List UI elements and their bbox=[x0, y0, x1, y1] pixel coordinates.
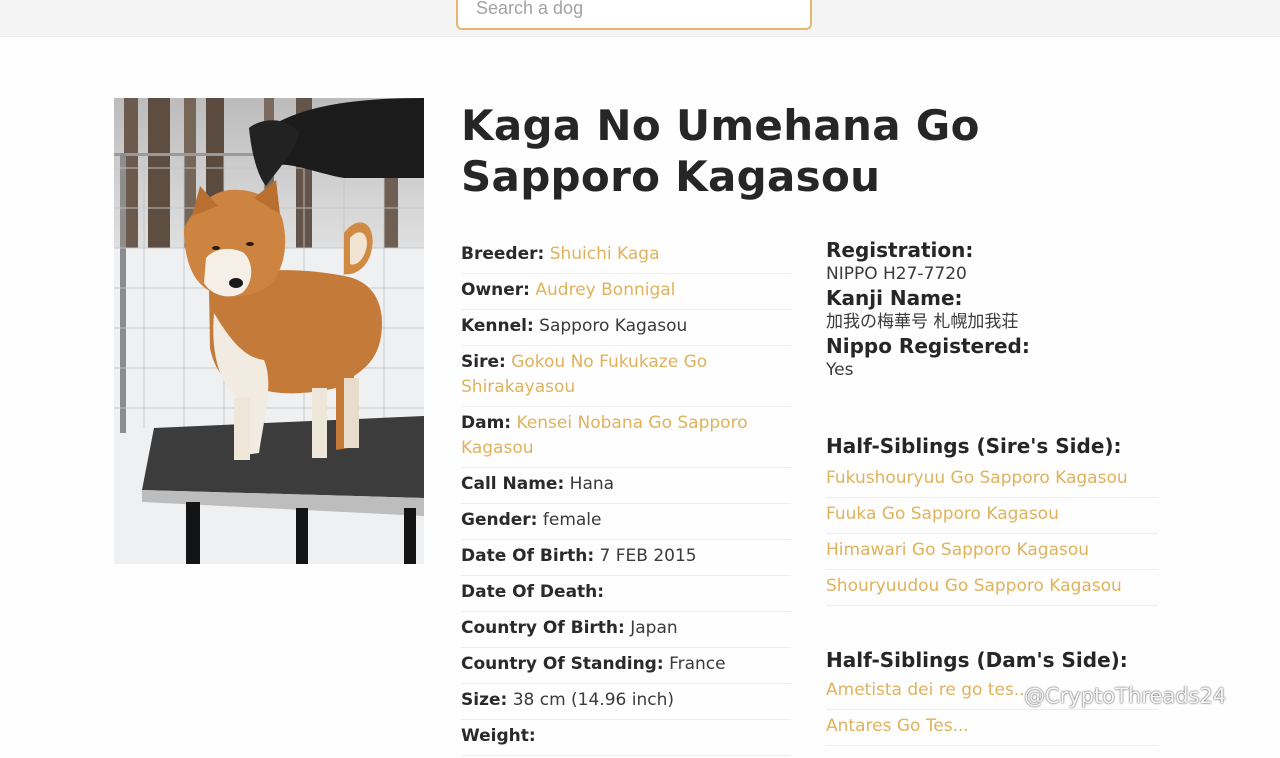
detail-value: Hana bbox=[569, 474, 615, 494]
half-siblings-sire-heading: Half-Siblings (Sire's Side): bbox=[826, 434, 1122, 458]
sibling-link[interactable]: Himawari Go Sapporo Kagasou bbox=[826, 536, 1158, 570]
registration-panel: Registration: NIPPO H27-7720 Kanji Name:… bbox=[826, 238, 1166, 746]
detail-label: Call Name: bbox=[461, 474, 565, 494]
detail-country-of-birth: Country Of Birth: Japan bbox=[461, 614, 791, 648]
detail-kennel: Kennel: Sapporo Kagasou bbox=[461, 312, 791, 346]
detail-label: Owner: bbox=[461, 280, 530, 300]
detail-label: Breeder: bbox=[461, 244, 545, 264]
detail-value: 38 cm (14.96 inch) bbox=[512, 690, 675, 710]
detail-breeder: Breeder: Shuichi Kaga bbox=[461, 240, 791, 274]
detail-label: Gender: bbox=[461, 510, 538, 530]
registration-label: Registration: bbox=[826, 238, 974, 262]
detail-value: Sapporo Kagasou bbox=[539, 316, 688, 336]
kanji-name-value: 加我の梅華号 札幌加我荘 bbox=[826, 312, 1019, 332]
detail-label: Dam: bbox=[461, 413, 512, 433]
detail-call-name: Call Name: Hana bbox=[461, 470, 791, 504]
detail-label: Date Of Death: bbox=[461, 582, 605, 602]
search-input[interactable] bbox=[456, 0, 812, 30]
nippo-registered-label: Nippo Registered: bbox=[826, 334, 1030, 358]
sibling-link[interactable]: Antares Go Tes... bbox=[826, 712, 1158, 746]
sibling-link[interactable]: Fuuka Go Sapporo Kagasou bbox=[826, 500, 1158, 534]
detail-country-of-standing: Country Of Standing: France bbox=[461, 650, 791, 684]
detail-value: female bbox=[542, 510, 602, 530]
detail-label: Date Of Birth: bbox=[461, 546, 595, 566]
detail-label: Kennel: bbox=[461, 316, 534, 336]
detail-owner: Owner: Audrey Bonnigal bbox=[461, 276, 791, 310]
detail-label: Size: bbox=[461, 690, 508, 710]
detail-date-of-birth: Date Of Birth: 7 FEB 2015 bbox=[461, 542, 791, 576]
sibling-link[interactable]: Fukushouryuu Go Sapporo Kagasou bbox=[826, 464, 1158, 498]
detail-label: Sire: bbox=[461, 352, 506, 372]
detail-value: France bbox=[669, 654, 726, 674]
detail-sire: Sire: Gokou No Fukukaze Go Shirakayasou bbox=[461, 348, 791, 407]
detail-value: Japan bbox=[630, 618, 678, 638]
detail-label: Country Of Standing: bbox=[461, 654, 664, 674]
half-siblings-sire-list: Fukushouryuu Go Sapporo Kagasou Fuuka Go… bbox=[826, 464, 1158, 608]
detail-date-of-death: Date Of Death: bbox=[461, 578, 791, 612]
detail-weight: Weight: bbox=[461, 722, 791, 756]
detail-gender: Gender: female bbox=[461, 506, 791, 540]
dog-photo bbox=[114, 98, 424, 564]
registration-value: NIPPO H27-7720 bbox=[826, 264, 967, 284]
dog-name-title: Kaga No Umehana Go Sapporo Kagasou bbox=[461, 101, 980, 201]
breeder-link[interactable]: Shuichi Kaga bbox=[550, 244, 660, 264]
watermark: @CryptoThreads24 bbox=[1024, 684, 1227, 708]
detail-dam: Dam: Kensei Nobana Go Sapporo Kagasou bbox=[461, 409, 791, 468]
nippo-registered-value: Yes bbox=[826, 360, 854, 380]
details-list: Breeder: Shuichi Kaga Owner: Audrey Bonn… bbox=[461, 240, 791, 758]
kanji-name-label: Kanji Name: bbox=[826, 286, 963, 310]
owner-link[interactable]: Audrey Bonnigal bbox=[535, 280, 675, 300]
sibling-link[interactable]: Shouryuudou Go Sapporo Kagasou bbox=[826, 572, 1158, 606]
half-siblings-dam-heading: Half-Siblings (Dam's Side): bbox=[826, 648, 1128, 672]
detail-label: Weight: bbox=[461, 726, 536, 746]
top-bar bbox=[0, 0, 1280, 37]
detail-label: Country Of Birth: bbox=[461, 618, 625, 638]
detail-size: Size: 38 cm (14.96 inch) bbox=[461, 686, 791, 720]
detail-value: 7 FEB 2015 bbox=[599, 546, 697, 566]
